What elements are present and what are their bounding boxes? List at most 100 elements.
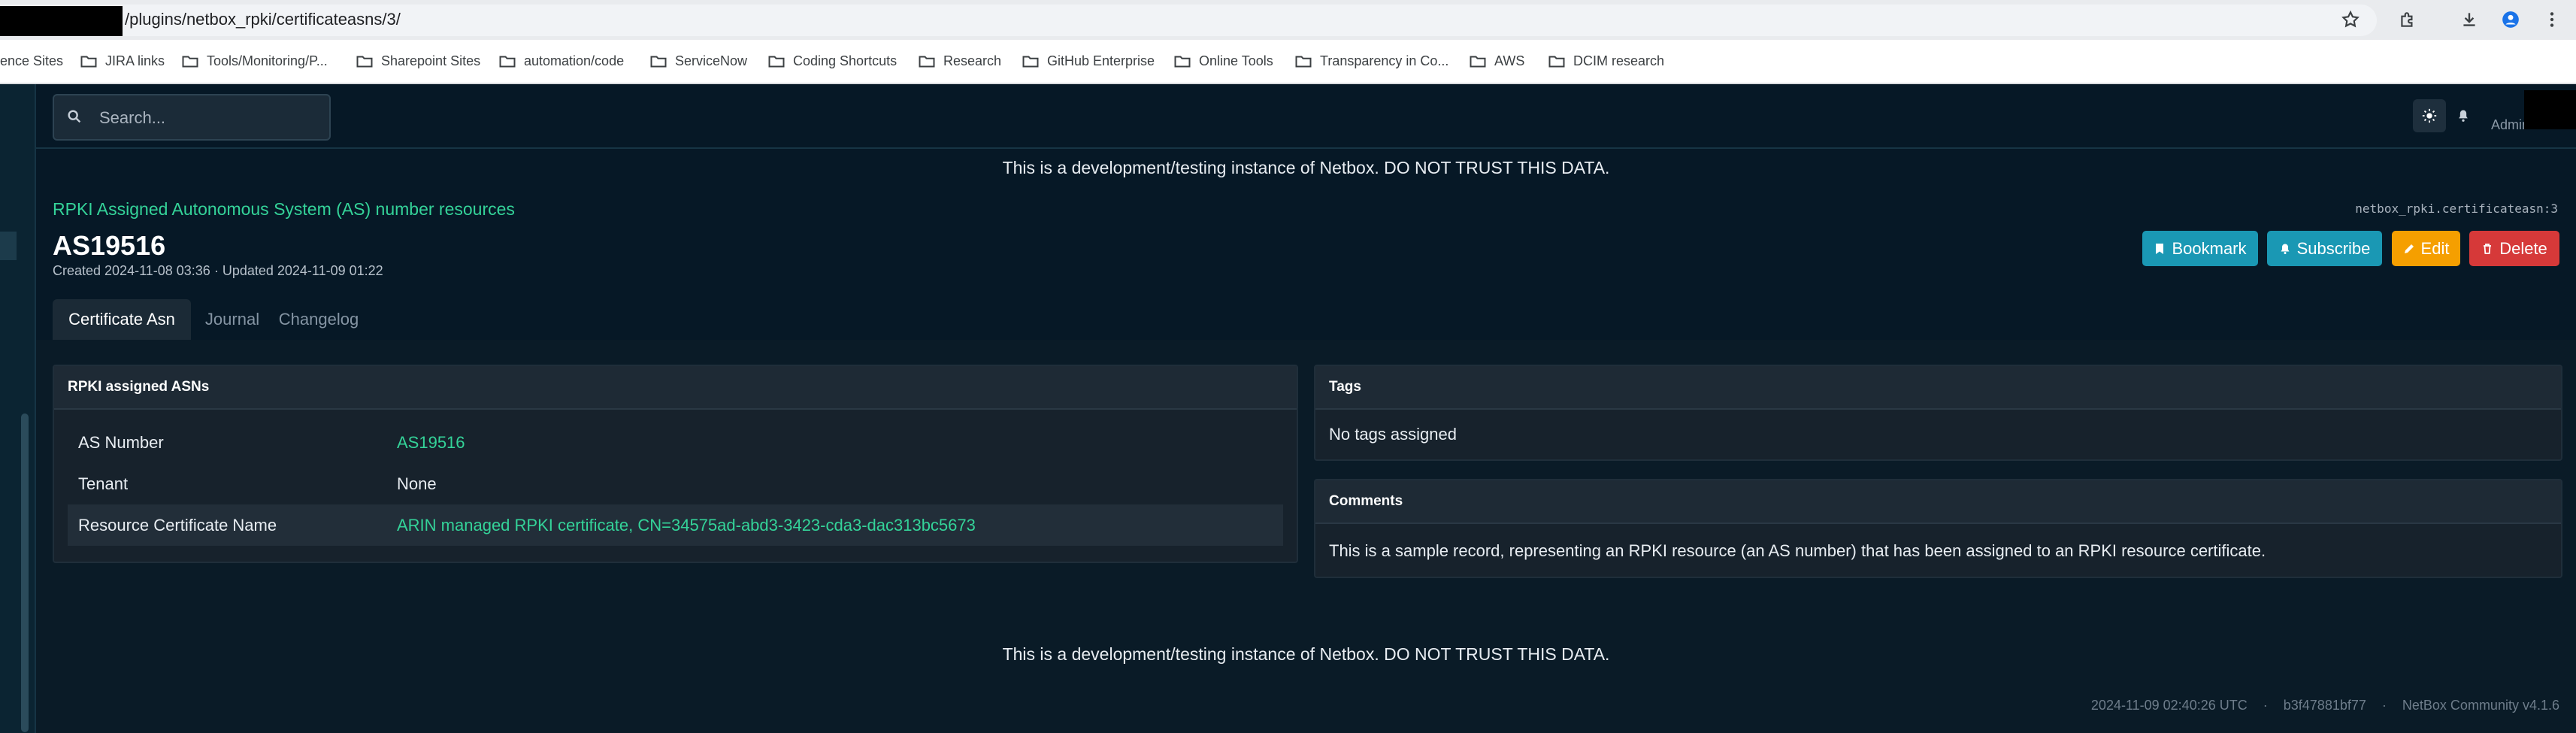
bookmark-icon [2156,243,2164,254]
footer-timestamp: 2024-11-09 02:40:26 UTC [2090,698,2248,713]
attr-label: AS Number [78,432,164,452]
bookmark-label: ServiceNow [675,53,748,68]
bookmark-label: AWS [1494,53,1525,68]
tab-certificate-asn[interactable]: Certificate Asn [53,299,191,340]
bookmark-label: GitHub Enterprise [1047,53,1155,68]
bookmarks-bar: ence Sites JIRA links Tools/Monitoring/P… [0,40,2576,84]
bookmark-folder[interactable]: JIRA links [80,50,165,71]
bookmark-label: ence Sites [0,53,64,68]
dev-instance-banner: This is a development/testing instance o… [1002,158,1610,177]
star-icon[interactable] [2338,7,2363,32]
tenant-value: None [397,474,437,493]
breadcrumb[interactable]: RPKI Assigned Autonomous System (AS) num… [53,199,515,220]
attr-row-resource-certificate: Resource Certificate Name ARIN managed R… [68,504,1283,546]
as-number-link[interactable]: AS19516 [397,433,465,453]
delete-button-label: Delete [2499,238,2547,258]
footer-commit[interactable]: b3f47881bf77 [2284,698,2366,713]
user-menu[interactable]: Admin [2479,84,2576,147]
bookmark-folder[interactable]: automation/code [499,50,624,71]
chrome-menu-icon[interactable] [2539,7,2565,32]
bookmark-folder[interactable]: Online Tools [1174,50,1273,71]
folder-icon [1470,56,1486,68]
browser-address-bar: /plugins/netbox_rpki/certificateasns/3/ [0,0,2576,40]
attr-row-as-number: AS Number AS19516 [68,422,1283,463]
attr-label: Resource Certificate Name [78,515,277,535]
edit-button[interactable]: Edit [2392,231,2460,266]
redacted-user-block [2524,90,2576,129]
sidebar-toggle[interactable] [0,232,17,260]
footer-separator: · [2263,698,2268,713]
subscribe-button[interactable]: Subscribe [2267,231,2382,266]
theme-toggle-button[interactable] [2413,99,2446,132]
pencil-icon [2404,244,2414,253]
folder-icon [80,56,97,68]
footer-separator: · [2381,698,2387,713]
folder-icon [499,56,516,68]
card-header: RPKI assigned ASNs [54,366,1297,410]
bookmark-label: automation/code [524,53,625,68]
url-text[interactable]: /plugins/netbox_rpki/certificateasns/3/ [125,8,401,31]
folder-icon [650,56,667,68]
bookmark-label: DCIM research [1573,53,1665,68]
dev-instance-banner-bottom: This is a development/testing instance o… [1002,644,1610,664]
folder-icon [1174,56,1191,68]
trash-icon [2484,243,2492,254]
bookmark-folder[interactable]: Sharepoint Sites [356,50,480,71]
folder-icon [1548,56,1565,68]
profile-avatar-icon[interactable] [2498,7,2523,32]
download-icon[interactable] [2456,7,2482,32]
footer-version[interactable]: NetBox Community v4.1.6 [2402,698,2559,713]
bookmark-label: Coding Shortcuts [793,53,898,68]
bookmark-label: Online Tools [1199,53,1273,68]
folder-icon [768,56,785,68]
card-header: Comments [1315,480,2561,524]
bookmark-label: Tools/Monitoring/P... [207,53,328,68]
search-box[interactable] [53,94,331,141]
content-area: RPKI assigned ASNs AS Number AS19516 Ten… [36,340,2576,733]
bookmark-label: Sharepoint Sites [381,53,481,68]
bookmark-button[interactable]: Bookmark [2142,231,2258,266]
folder-icon [182,56,198,68]
folder-icon [1295,56,1312,68]
top-navbar: Admin [36,84,2576,149]
attr-row-tenant: Tenant None [68,463,1283,504]
no-tags-text: No tags assigned [1329,425,1457,444]
sidebar-scrollbar[interactable] [21,413,29,732]
bookmark-folder[interactable]: DCIM research [1548,50,1664,71]
bookmark-label: Transparency in Co... [1320,53,1449,68]
search-icon [66,108,83,125]
bookmark-folder[interactable]: Coding Shortcuts [768,50,897,71]
object-model-label: netbox_rpki.certificateasn:3 [2355,201,2558,216]
bookmark-label: Research [943,53,1002,68]
search-input[interactable] [98,95,326,141]
bookmark-folder[interactable]: AWS [1470,50,1524,71]
attr-label: Tenant [78,474,129,493]
comments-text: This is a sample record, representing an… [1329,541,2266,560]
light-mode-icon [2422,108,2437,123]
bell-icon [2459,110,2468,122]
rpki-assigned-asns-card: RPKI assigned ASNs AS Number AS19516 Ten… [53,365,1298,563]
folder-icon [1022,56,1039,68]
extensions-icon[interactable] [2395,7,2420,32]
bookmark-folder[interactable]: Transparency in Co... [1295,50,1448,71]
card-header: Tags [1315,366,2561,410]
notifications-button[interactable] [2452,102,2475,129]
object-tabs: Certificate Asn Journal Changelog [53,299,2559,340]
bookmark-item[interactable]: ence Sites [0,50,63,71]
folder-icon [919,56,935,68]
bookmark-folder[interactable]: Tools/Monitoring/P... [182,50,328,71]
sidebar-rail [0,84,36,733]
bookmark-folder[interactable]: GitHub Enterprise [1022,50,1155,71]
tags-card: Tags No tags assigned [1314,365,2562,461]
resource-certificate-link[interactable]: ARIN managed RPKI certificate, CN=34575a… [397,516,976,535]
bookmark-folder[interactable]: Research [919,50,1001,71]
tab-changelog[interactable]: Changelog [274,299,364,340]
redacted-url-prefix [0,6,123,36]
delete-button[interactable]: Delete [2469,231,2559,266]
tab-journal[interactable]: Journal [200,299,265,340]
edit-button-label: Edit [2420,238,2450,258]
page-title: AS19516 [53,230,166,261]
bookmark-label: JIRA links [105,53,165,68]
subscribe-button-label: Subscribe [2296,238,2371,258]
bookmark-folder[interactable]: ServiceNow [650,50,747,71]
